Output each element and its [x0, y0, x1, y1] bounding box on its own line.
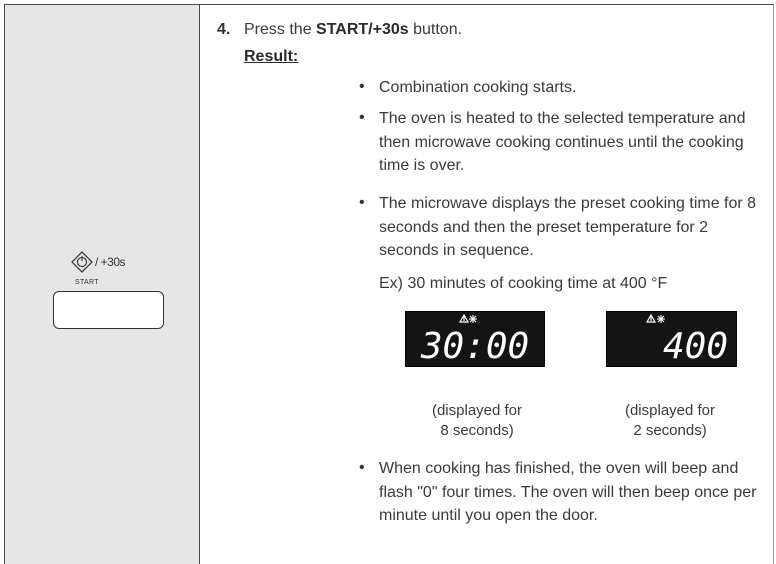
- result-item: When cooking has finished, the oven will…: [379, 460, 757, 524]
- start-label: START: [75, 279, 99, 286]
- start-button-key: [53, 291, 164, 329]
- result-item: The microwave displays the preset cookin…: [379, 195, 757, 259]
- display-cooking-time: 30:00: [405, 311, 545, 367]
- bullet-icon: •: [359, 459, 365, 476]
- bullet-icon: •: [359, 194, 365, 211]
- step-number: 4.: [217, 21, 231, 38]
- display-caption: (displayed for 8 seconds): [431, 402, 523, 439]
- display-value: 30:00: [420, 326, 529, 366]
- step-instruction: Press the START/+30s button.: [244, 21, 463, 38]
- instruction-table: / +30s START 4. Press the START/+30s but…: [0, 0, 776, 564]
- display-value: 400: [663, 326, 728, 366]
- display-temperature: 400: [606, 311, 737, 367]
- bullet-icon: •: [359, 109, 365, 126]
- display-caption: (displayed for 2 seconds): [624, 402, 716, 439]
- example-text: Ex) 30 minutes of cooking time at 400 °F: [379, 275, 668, 292]
- result-item: The oven is heated to the selected tempe…: [379, 110, 746, 174]
- bullet-icon: •: [359, 78, 365, 95]
- start-diamond-icon: [71, 251, 93, 273]
- result-item: Combination cooking starts.: [379, 79, 577, 96]
- start-symbol-caption: / +30s: [95, 255, 126, 269]
- start-button-name: START/+30s: [316, 21, 409, 38]
- illustration-column: / +30s START: [4, 4, 199, 564]
- start-button-illustration: / +30s START: [53, 251, 173, 331]
- result-label: Result:: [244, 48, 299, 65]
